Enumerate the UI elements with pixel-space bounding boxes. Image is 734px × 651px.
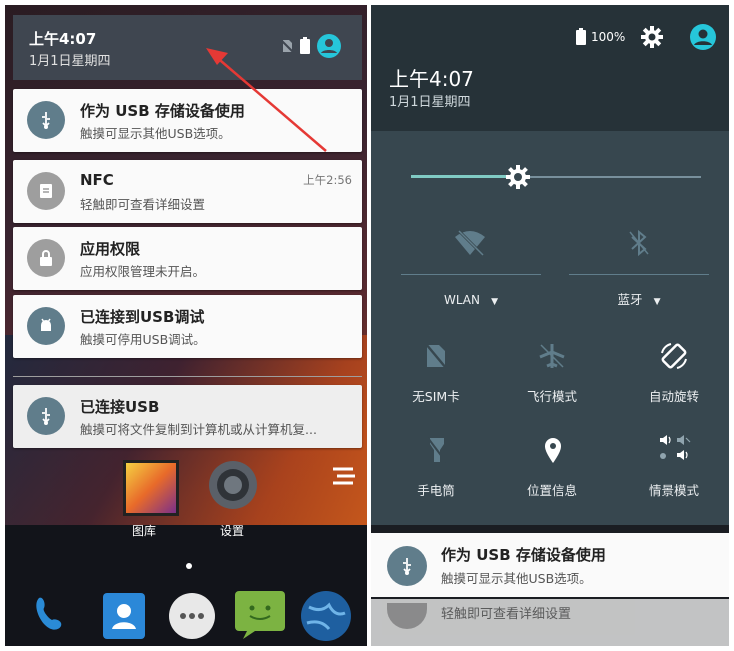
status-time: 上午4:07 [389,67,474,91]
battery-percentage: 100% [591,30,626,44]
notification-nfc[interactable]: NFC 上午2:56 轻触即可查看详细设置 [13,160,362,223]
chevron-down-icon: ▼ [653,297,661,307]
qs-label-no-sim: 无SIM卡 [412,389,460,404]
usb-icon [387,546,427,586]
notification-subtitle: 触摸可将文件复制到计算机或从计算机复... [80,422,317,437]
lock-icon [27,239,65,277]
gallery-icon[interactable] [123,460,179,516]
browser-icon[interactable] [299,589,353,643]
usb-icon [27,397,65,435]
android-icon [27,307,65,345]
wifi-label: WLAN [443,293,480,307]
notification-app-permissions[interactable]: 应用权限 应用权限管理未开启。 [13,227,362,290]
status-date: 1月1日星期四 [389,95,471,110]
nfc-icon [27,172,65,210]
annotation-arrow [206,48,327,152]
notification-usb-connected[interactable]: 已连接USB 触摸可将文件复制到计算机或从计算机复... [13,385,362,448]
nfc-icon [387,603,427,629]
usb-icon [27,101,65,139]
quick-settings-panel: WLAN ▼ 蓝牙 ▼ 无SIM卡 飞行模式 自动旋转 手电筒 位置信息 情景模… [371,131,729,525]
airplane-icon[interactable] [538,343,566,369]
bluetooth-tile[interactable] [569,221,709,281]
battery-icon [576,28,586,45]
notification-title: 已连接USB [80,398,160,416]
quick-settings-shade: 100% 上午4:07 1月1日星期四 WLAN ▼ 蓝牙 ▼ 无SIM卡 飞行… [371,5,729,646]
app-drawer-icon[interactable] [167,591,217,641]
messaging-icon[interactable] [233,589,287,641]
divider [13,376,362,377]
notification-title: 已连接到USB调试 [80,308,205,326]
app-label-settings: 设置 [220,524,245,538]
collapse-handle-icon[interactable] [329,467,357,489]
brightness-fill [411,175,518,178]
notification-title: 应用权限 [80,240,141,258]
status-time: 上午4:07 [29,30,97,48]
no-sim-icon[interactable] [425,343,447,369]
qs-label-location: 位置信息 [526,483,577,498]
settings-gear-icon[interactable] [205,457,261,513]
notification-peek[interactable]: 轻触即可查看详细设置 [371,599,729,646]
settings-icon[interactable] [641,26,663,48]
notification-usb-debugging[interactable]: 已连接到USB调试 触摸可停用USB调试。 [13,295,362,358]
phone-icon[interactable] [27,590,79,642]
notification-usb-storage[interactable]: 作为 USB 存储设备使用 触摸可显示其他USB选项。 [371,533,729,597]
notification-subtitle: 触摸可停用USB调试。 [80,332,206,347]
notification-subtitle: 轻触即可查看详细设置 [441,607,572,622]
qs-label-flashlight: 手电筒 [417,483,455,498]
notification-title: 作为 USB 存储设备使用 [441,546,606,564]
notification-subtitle: 应用权限管理未开启。 [80,264,206,279]
chevron-down-icon: ▼ [491,297,499,307]
sound-profile-icon[interactable] [657,434,691,464]
notification-title: NFC [80,171,114,189]
notification-time: 上午2:56 [303,173,352,187]
contacts-icon[interactable] [101,591,149,641]
quick-settings-header: 100% 上午4:07 1月1日星期四 [371,5,729,131]
bluetooth-label: 蓝牙 [617,292,643,307]
notification-subtitle: 触摸可显示其他USB选项。 [441,571,592,586]
qs-label-airplane-mode: 飞行模式 [526,389,577,404]
user-avatar-icon[interactable] [690,24,716,50]
bluetooth-off-icon [629,229,649,257]
flashlight-icon[interactable] [427,436,447,464]
qs-label-auto-rotate: 自动旋转 [648,389,699,404]
notification-shade-left: 上午4:07 1月1日星期四 作为 USB 存储设备使用 触摸可显示其他USB选… [5,5,367,646]
auto-rotate-icon[interactable] [659,341,689,371]
divider [401,274,541,275]
status-date: 1月1日星期四 [29,54,111,69]
app-label-gallery: 图库 [132,524,157,538]
page-indicator [186,563,192,569]
wifi-tile[interactable] [401,221,541,281]
bluetooth-dropdown[interactable]: 蓝牙 ▼ [584,289,694,308]
divider [569,274,709,275]
notification-subtitle: 轻触即可查看详细设置 [80,197,206,212]
wifi-dropdown[interactable]: WLAN ▼ [416,289,526,308]
brightness-slider-thumb[interactable] [505,164,531,190]
qs-label-sound-profile: 情景模式 [648,483,699,498]
wifi-off-icon [455,229,485,257]
location-icon[interactable] [543,436,563,464]
